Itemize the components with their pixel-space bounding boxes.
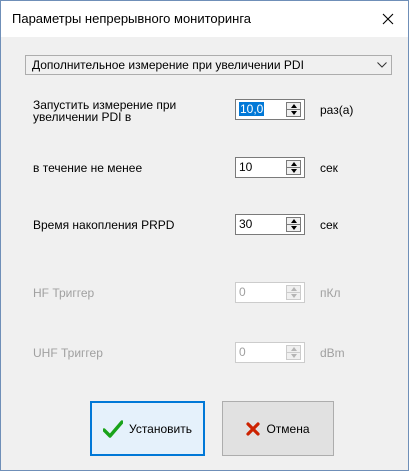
hf-trigger-stepper: 0	[235, 282, 305, 303]
start-measure-stepper[interactable]: 10,0	[235, 99, 305, 120]
hf-trigger-unit: пКл	[320, 286, 341, 300]
spin-up-icon	[287, 286, 300, 293]
mode-select-value: Дополнительное измерение при увеличении …	[32, 58, 304, 72]
spin-down-icon	[287, 293, 300, 299]
duration-stepper[interactable]: 10	[235, 157, 305, 178]
duration-spin-buttons	[286, 160, 301, 175]
uhf-trigger-unit: dBm	[320, 346, 345, 360]
chevron-down-icon	[373, 56, 391, 74]
start-measure-unit: раз(а)	[320, 103, 354, 117]
mode-select[interactable]: Дополнительное измерение при увеличении …	[25, 55, 392, 75]
cancel-button-label: Отмена	[266, 421, 310, 436]
spin-up-icon[interactable]	[287, 218, 300, 225]
cross-icon	[246, 421, 261, 436]
dialog-window: Параметры непрерывного мониторинга Допол…	[0, 0, 409, 471]
prpd-input[interactable]: 30	[236, 215, 286, 234]
prpd-stepper[interactable]: 30	[235, 214, 305, 235]
apply-button[interactable]: Установить	[90, 401, 205, 456]
hf-trigger-input: 0	[239, 285, 246, 299]
prpd-spin-buttons	[286, 217, 301, 232]
hf-trigger-label: HF Триггер	[33, 286, 95, 300]
spin-down-icon[interactable]	[287, 225, 300, 231]
spin-up-icon[interactable]	[287, 161, 300, 168]
uhf-trigger-stepper: 0	[235, 342, 305, 363]
uhf-trigger-input: 0	[239, 345, 246, 359]
checkmark-icon	[103, 419, 123, 438]
prpd-unit: сек	[320, 218, 338, 232]
duration-unit: сек	[320, 161, 338, 175]
start-measure-spin-buttons	[286, 102, 301, 117]
dialog-body: Дополнительное измерение при увеличении …	[1, 37, 408, 470]
title-bar: Параметры непрерывного мониторинга	[1, 1, 408, 37]
apply-button-label: Установить	[129, 421, 192, 436]
spin-down-icon[interactable]	[287, 110, 300, 116]
duration-input[interactable]: 10	[236, 158, 286, 177]
start-measure-label-line2: увеличении PDI в	[33, 110, 132, 124]
start-measure-input[interactable]: 10,0	[236, 100, 286, 119]
spin-up-icon	[287, 346, 300, 353]
cancel-button[interactable]: Отмена	[222, 401, 334, 456]
hf-trigger-spin-buttons	[286, 285, 301, 300]
duration-label: в течение не менее	[33, 161, 143, 175]
prpd-label: Время накопления PRPD	[33, 218, 175, 232]
uhf-trigger-spin-buttons	[286, 345, 301, 360]
uhf-trigger-label: UHF Триггер	[33, 346, 103, 360]
spin-down-icon[interactable]	[287, 168, 300, 174]
close-icon	[382, 13, 394, 25]
close-button[interactable]	[368, 1, 408, 37]
window-title: Параметры непрерывного мониторинга	[12, 11, 252, 26]
spin-down-icon	[287, 353, 300, 359]
spin-up-icon[interactable]	[287, 103, 300, 110]
